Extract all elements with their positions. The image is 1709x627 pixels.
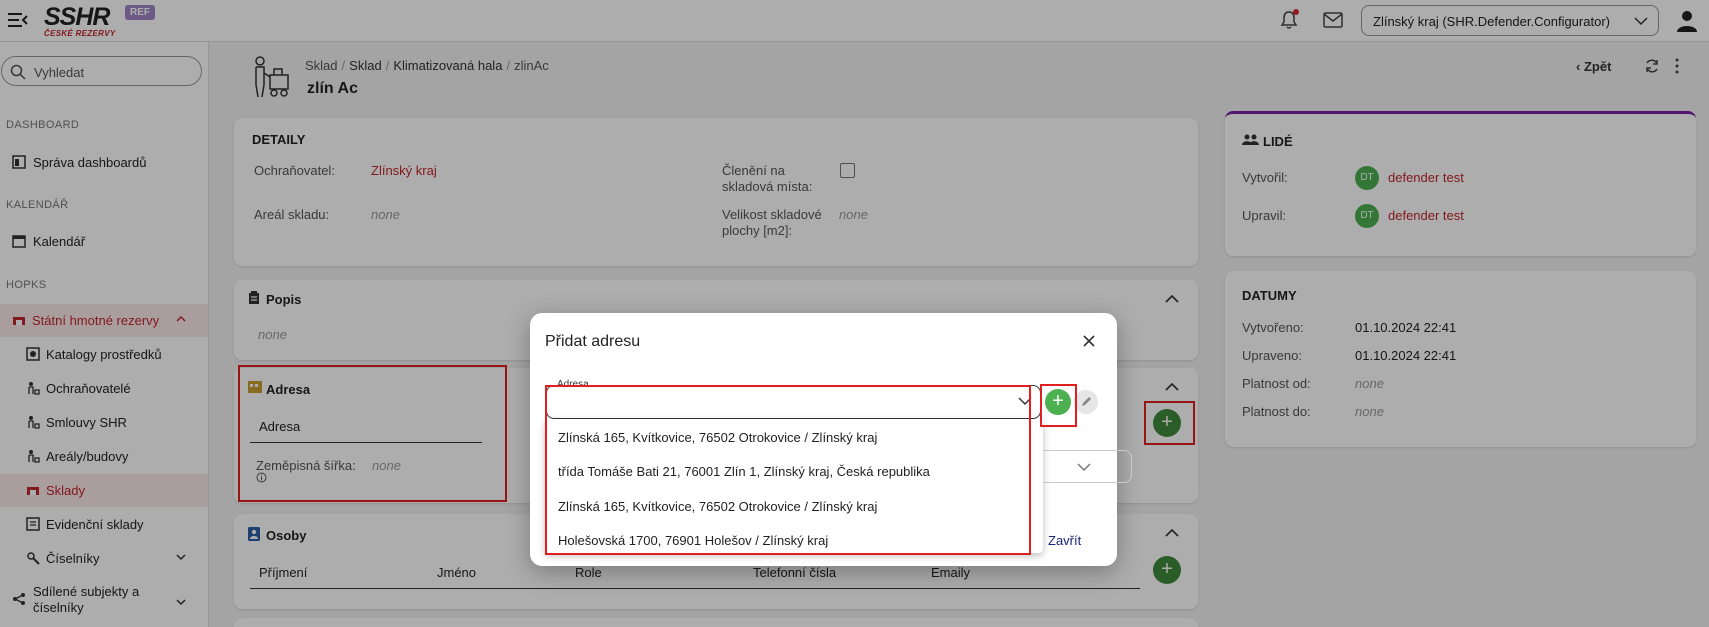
highlight-box [545,385,1031,555]
highlight-box [1040,384,1077,427]
close-button[interactable]: Zavřít [1048,533,1081,548]
pencil-icon [1082,397,1091,406]
dialog-title: Přidat adresu [545,333,641,350]
edit-address-button[interactable] [1074,390,1098,414]
close-icon[interactable] [1082,334,1096,348]
chevron-down-icon [1077,463,1091,472]
